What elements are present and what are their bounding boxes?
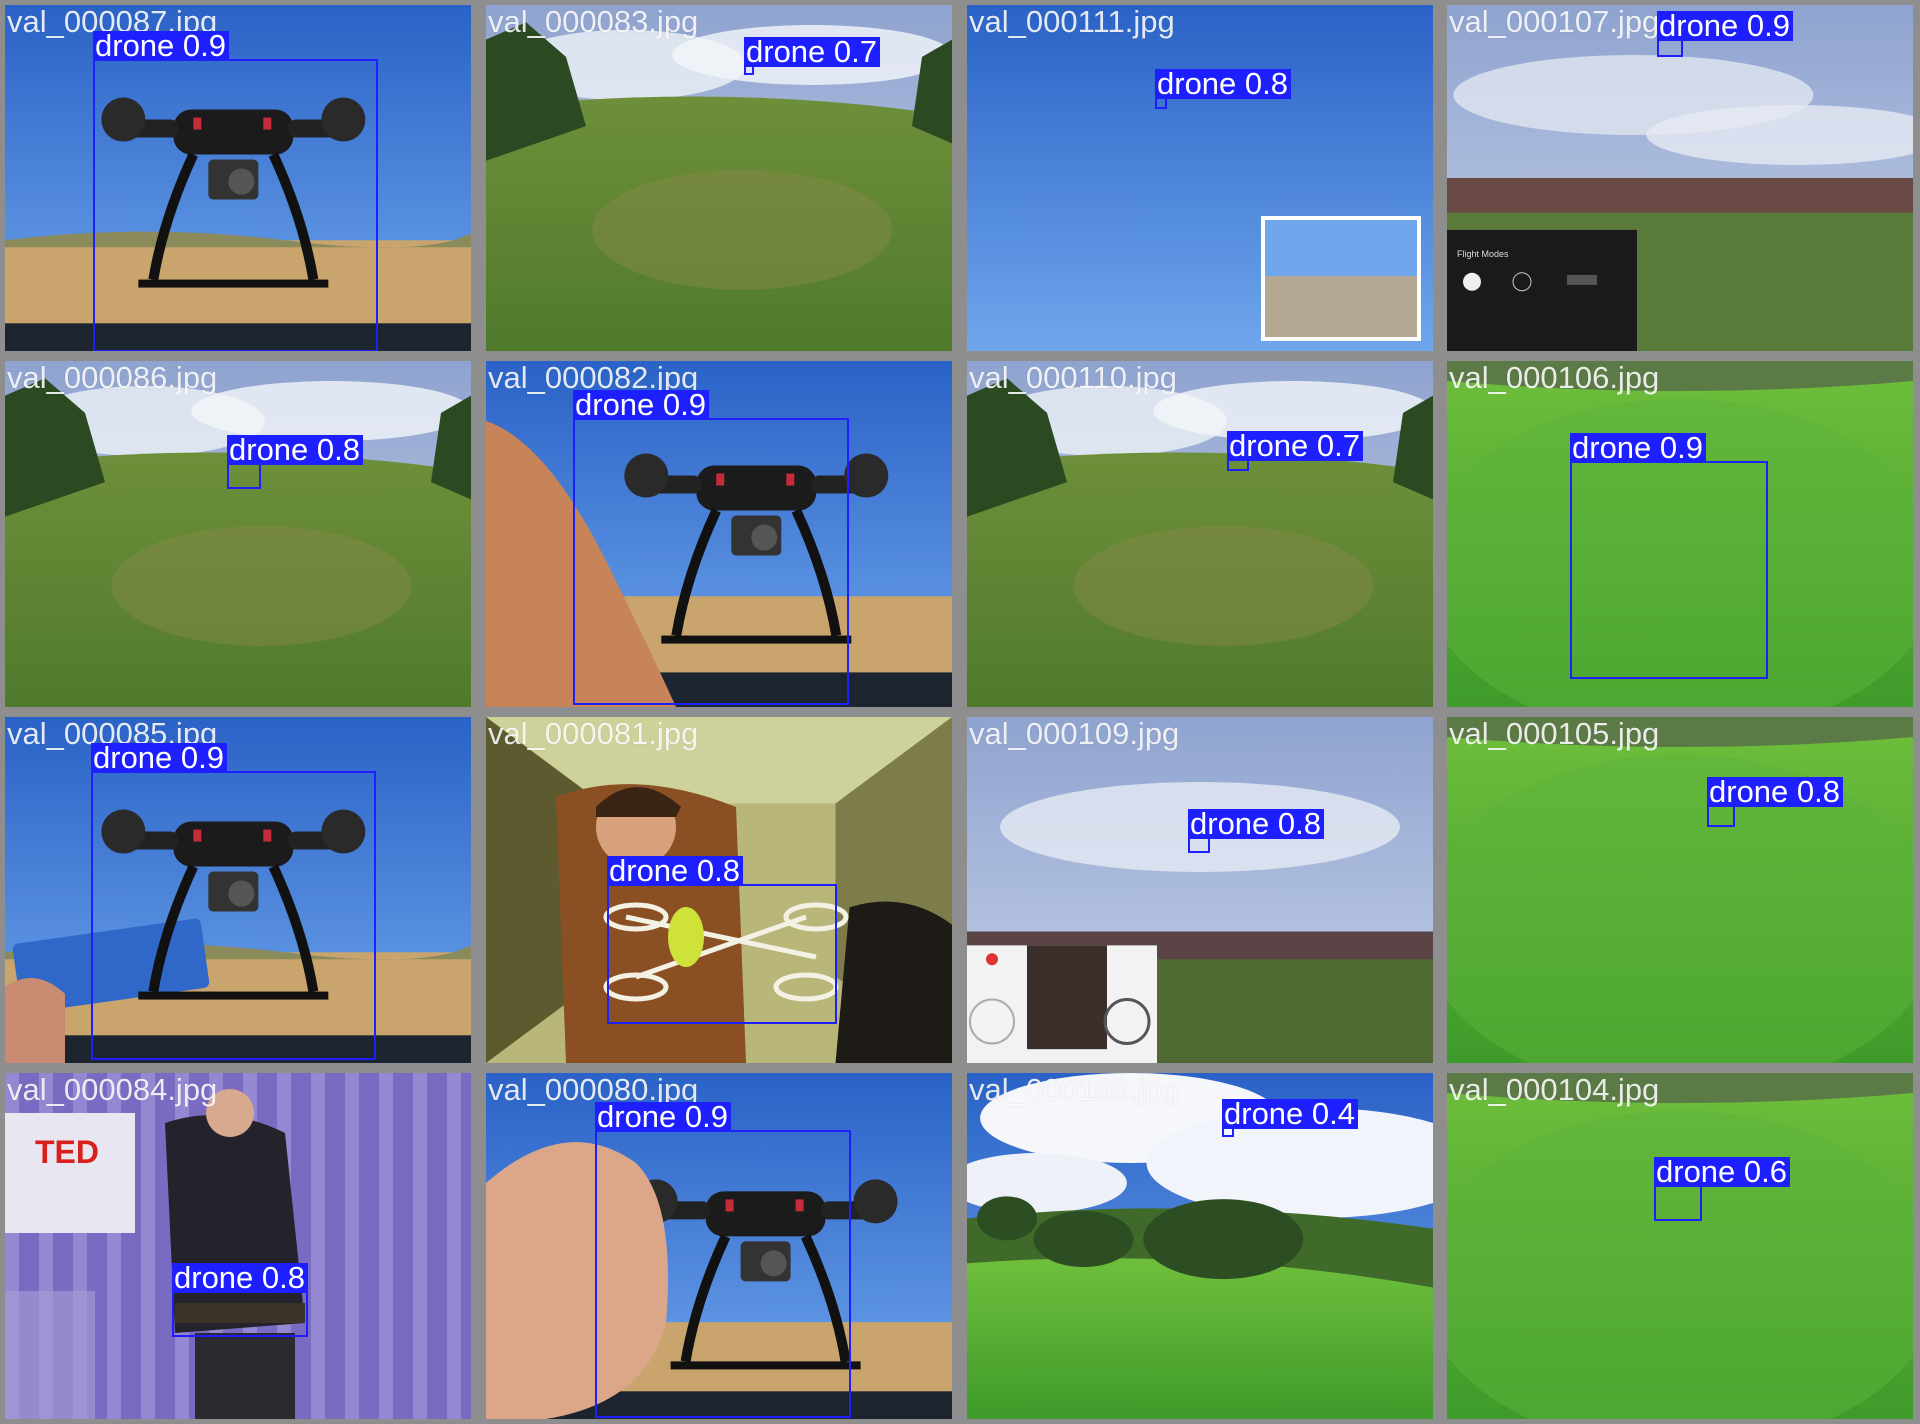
scene-image	[967, 717, 1433, 1063]
image-tile: val_000105.jpgdrone 0.8	[1447, 717, 1913, 1063]
image-tile: val_000086.jpgdrone 0.8	[5, 361, 471, 707]
bounding-box	[1570, 461, 1768, 679]
detection-label: drone 0.8	[227, 434, 363, 465]
image-filename: val_000109.jpg	[969, 717, 1180, 751]
image-tile: val_000106.jpgdrone 0.9	[1447, 361, 1913, 707]
image-filename: val_000081.jpg	[488, 717, 699, 751]
image-tile: val_000111.jpgdrone 0.8	[967, 5, 1433, 351]
image-filename: val_000105.jpg	[1449, 717, 1660, 751]
image-filename: val_000110.jpg	[969, 361, 1177, 395]
image-tile: val_000087.jpg drone 0.9	[5, 5, 471, 351]
detection-mosaic: val_000087.jpg drone 0.9 val_000083.jpgdr…	[0, 0, 1920, 1424]
detection-label: drone 0.8	[607, 855, 743, 886]
image-filename: val_000086.jpg	[7, 361, 218, 395]
image-filename: val_000084.jpg	[7, 1073, 218, 1107]
detection-label: drone 0.6	[1654, 1156, 1790, 1187]
detection-label: drone 0.7	[744, 36, 880, 67]
scene-image	[1447, 717, 1913, 1063]
scene-image	[967, 1073, 1433, 1419]
scene-image	[967, 5, 1433, 351]
detection-label: drone 0.8	[172, 1262, 308, 1293]
image-tile: val_000109.jpgdrone 0.8	[967, 717, 1433, 1063]
bounding-box	[91, 771, 376, 1060]
detection-label: drone 0.9	[1657, 10, 1793, 41]
detection-label: drone 0.9	[91, 742, 227, 773]
image-tile: val_000108.jpgdrone 0.4	[967, 1073, 1433, 1419]
detection-label: drone 0.8	[1707, 776, 1843, 807]
image-filename: val_000083.jpg	[488, 5, 699, 39]
scene-image	[5, 361, 471, 707]
bounding-box	[607, 884, 837, 1024]
image-tile: val_000082.jpg drone 0.9	[486, 361, 952, 707]
image-tile: val_000080.jpg drone 0.9	[486, 1073, 952, 1419]
scene-image	[486, 5, 952, 351]
ted-logo: TED	[35, 1134, 99, 1170]
image-tile: val_000110.jpgdrone 0.7	[967, 361, 1433, 707]
image-filename: val_000107.jpg	[1449, 5, 1660, 39]
bounding-box	[595, 1130, 851, 1418]
bounding-box	[93, 59, 378, 351]
image-filename: val_000108.jpg	[969, 1073, 1180, 1107]
detection-label: drone 0.9	[595, 1101, 731, 1132]
detection-label: drone 0.9	[93, 30, 229, 61]
bounding-box	[1654, 1185, 1702, 1221]
image-tile: val_000104.jpgdrone 0.6	[1447, 1073, 1913, 1419]
image-tile: val_000081.jpgdrone 0.8	[486, 717, 952, 1063]
image-filename: val_000104.jpg	[1449, 1073, 1660, 1107]
app-title: Flight Modes	[1457, 249, 1509, 259]
image-tile: val_000083.jpgdrone 0.7	[486, 5, 952, 351]
bounding-box	[573, 418, 849, 705]
detection-label: drone 0.8	[1188, 808, 1324, 839]
bounding-box	[172, 1291, 308, 1337]
image-tile: TED val_000084.jpgdrone 0.8	[5, 1073, 471, 1419]
image-tile: val_000085.jpg drone 0.9	[5, 717, 471, 1063]
scene-image	[1447, 1073, 1913, 1419]
image-filename: val_000106.jpg	[1449, 361, 1660, 395]
detection-label: drone 0.4	[1222, 1098, 1358, 1129]
scene-image	[967, 361, 1433, 707]
detection-label: drone 0.7	[1227, 430, 1363, 461]
detection-label: drone 0.8	[1155, 68, 1291, 99]
image-tile: Flight Modes val_000107.jpg drone 0.9	[1447, 5, 1913, 351]
detection-label: drone 0.9	[573, 389, 709, 420]
image-filename: val_000111.jpg	[969, 5, 1175, 39]
detection-label: drone 0.9	[1570, 432, 1706, 463]
scene-image: TED	[5, 1073, 471, 1419]
